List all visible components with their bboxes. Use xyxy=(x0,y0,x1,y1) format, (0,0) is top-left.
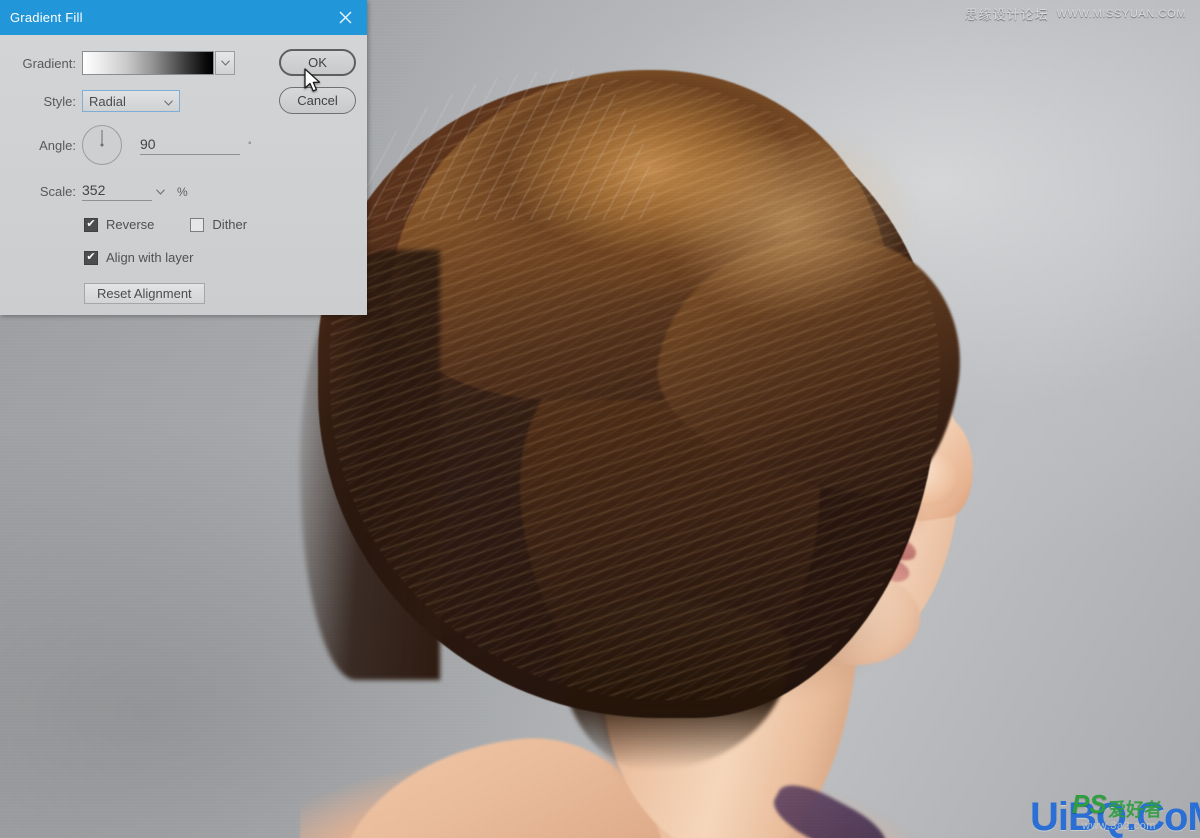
style-chevron-down-icon xyxy=(164,94,173,109)
watermark-ps-logo-cn: 爱好者 xyxy=(1108,800,1162,820)
gradient-label: Gradient: xyxy=(22,55,76,71)
watermark-url-text: WWW.MISSYUAN.COM xyxy=(1056,7,1186,20)
scale-chevron-down-icon[interactable] xyxy=(156,186,165,198)
watermark-bottom-right: UiBQ.CoM PS 爱好者 www.3a2.com xyxy=(1030,776,1200,838)
degree-unit-label: ° xyxy=(248,140,252,150)
align-with-layer-checkbox[interactable]: ✔ xyxy=(84,250,98,265)
scale-label: Scale: xyxy=(39,184,76,199)
scale-row: Scale: 352 % xyxy=(0,182,188,201)
style-row: Style: Radial xyxy=(0,90,180,112)
gradient-row: Gradient: xyxy=(0,51,245,75)
cancel-button[interactable]: Cancel xyxy=(279,87,356,114)
reset-alignment-button[interactable]: Reset Alignment xyxy=(84,283,205,304)
ok-button[interactable]: OK xyxy=(279,49,356,76)
dither-label: Dither xyxy=(212,217,248,232)
gradient-preview-swatch[interactable] xyxy=(82,51,214,75)
angle-dial-hub xyxy=(100,143,104,147)
style-select[interactable]: Radial xyxy=(82,90,180,112)
align-with-layer-label: Align with layer xyxy=(106,250,194,265)
angle-input[interactable]: 90 xyxy=(140,136,240,155)
gradient-fill-dialog: Gradient Fill Gradient: Style: Radial An… xyxy=(0,0,367,315)
watermark-ps-logo: PS xyxy=(1072,789,1107,819)
style-label: Style: xyxy=(43,93,76,109)
reverse-checkbox[interactable]: ✔ xyxy=(84,217,98,232)
photoshop-canvas-screen: 思缘设计论坛 WWW.MISSYUAN.COM UiBQ.CoM PS 爱好者 … xyxy=(0,0,1200,838)
dialog-title: Gradient Fill xyxy=(10,10,83,25)
close-icon[interactable] xyxy=(323,0,367,35)
watermark-ps-url: www.3a2.com xyxy=(1082,820,1156,832)
dialog-button-column: OK Cancel xyxy=(279,49,356,114)
gradient-dropdown-chevron-down-icon[interactable] xyxy=(215,51,235,75)
percent-unit-label: % xyxy=(177,184,188,199)
checkbox-row-one: ✔ Reverse Dither xyxy=(84,217,247,232)
reverse-label: Reverse xyxy=(106,217,155,232)
checkbox-row-two: ✔ Align with layer xyxy=(84,250,193,265)
angle-row: Angle: 90 ° xyxy=(0,125,252,165)
angle-dial[interactable] xyxy=(82,125,122,165)
dither-checkbox[interactable] xyxy=(190,217,205,232)
angle-label: Angle: xyxy=(39,137,76,153)
watermark-cn-text: 思缘设计论坛 xyxy=(964,7,1049,22)
scale-input[interactable]: 352 xyxy=(82,182,152,201)
dialog-body: Gradient: Style: Radial Angle: 90 ° Scal… xyxy=(0,35,367,315)
dialog-titlebar[interactable]: Gradient Fill xyxy=(0,0,367,35)
style-selected-value: Radial xyxy=(89,93,126,109)
watermark-top-right: 思缘设计论坛 WWW.MISSYUAN.COM xyxy=(965,4,1186,23)
